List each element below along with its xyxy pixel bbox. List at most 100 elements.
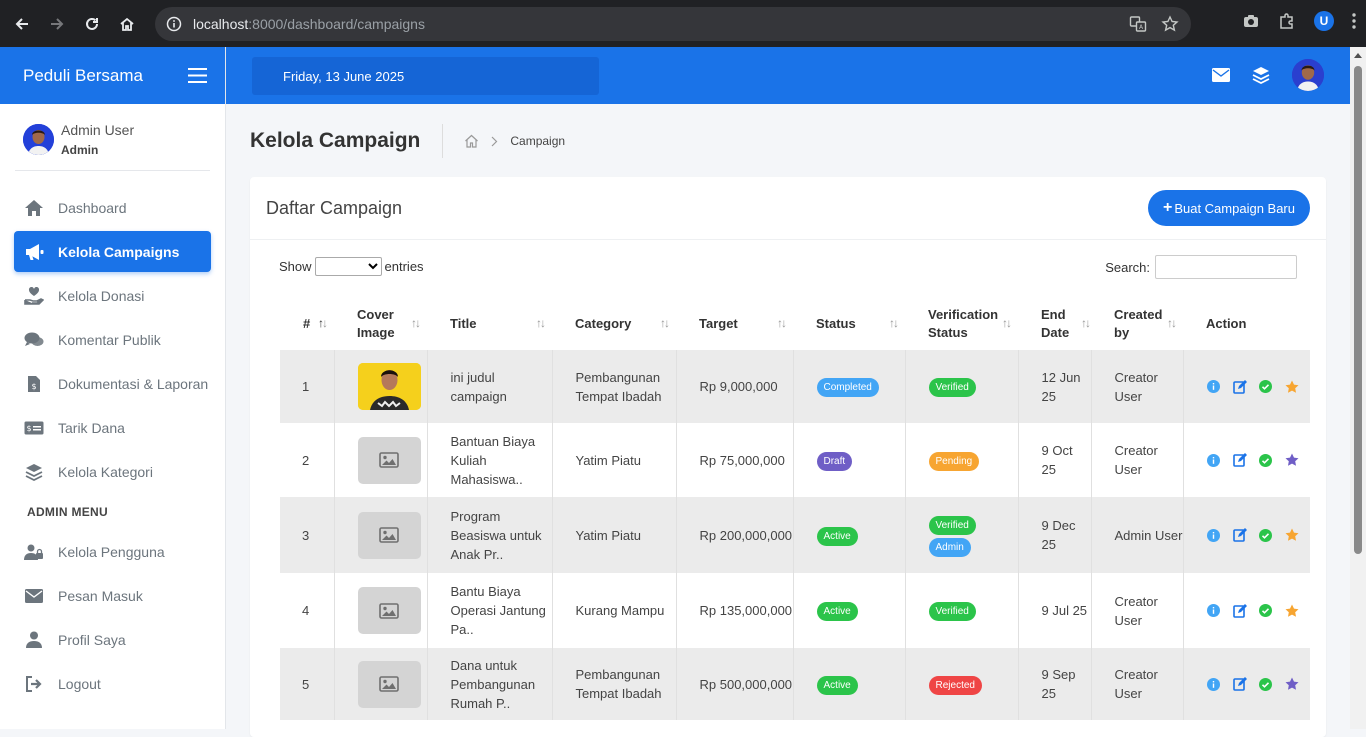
- info-icon[interactable]: [1207, 528, 1221, 542]
- translate-icon[interactable]: A: [1129, 15, 1147, 33]
- column-header-end-date[interactable]: End Date ↑↓: [1018, 298, 1091, 350]
- browser-profile-avatar[interactable]: U: [1314, 11, 1334, 31]
- sort-icon: ↑↓: [536, 316, 546, 330]
- sidebar-item-label: Dashboard: [58, 199, 127, 216]
- info-icon[interactable]: [1207, 604, 1221, 618]
- approve-check-icon[interactable]: [1259, 677, 1273, 691]
- cell-target: Rp 9,000,000: [676, 350, 794, 423]
- column-header-verification-status[interactable]: Verification Status ↑↓: [905, 298, 1018, 350]
- feature-star-icon[interactable]: [1285, 453, 1299, 467]
- approve-check-icon[interactable]: [1259, 453, 1273, 467]
- edit-icon[interactable]: [1232, 453, 1247, 467]
- column-header-status[interactable]: Status ↑↓: [793, 298, 905, 350]
- approve-check-icon[interactable]: [1259, 380, 1273, 394]
- cell-title[interactable]: Program Beasiswa untuk Anak Pr..: [427, 497, 553, 573]
- sidebar-item-tarik-dana[interactable]: $ Tarik Dana: [14, 407, 211, 448]
- brand-name[interactable]: Peduli Bersama: [23, 66, 143, 86]
- create-campaign-button[interactable]: + Buat Campaign Baru: [1147, 190, 1310, 226]
- cell-end-date: 9 Dec 25: [1018, 497, 1092, 573]
- browser-menu-icon[interactable]: [1352, 13, 1356, 29]
- feature-star-icon[interactable]: [1285, 528, 1299, 542]
- back-icon[interactable]: [9, 11, 35, 37]
- admin-menu: Kelola Pengguna Pesan Masuk Profil Saya …: [0, 527, 225, 704]
- cell-number: 2: [280, 423, 335, 497]
- info-icon[interactable]: [1207, 677, 1221, 691]
- info-icon[interactable]: [1207, 380, 1221, 394]
- column-header-created-by[interactable]: Created by ↑↓: [1091, 298, 1183, 350]
- feature-star-icon[interactable]: [1285, 677, 1299, 691]
- address-bar[interactable]: localhost:8000/dashboard/campaigns A: [155, 7, 1191, 41]
- sidebar-item-pesan-masuk[interactable]: Pesan Masuk: [14, 575, 211, 616]
- entries-length-select[interactable]: [314, 257, 382, 276]
- cell-title[interactable]: Bantu Biaya Operasi Jantung Pa..: [427, 573, 553, 648]
- sidebar-item-dokumentasi-laporan[interactable]: $ Dokumentasi & Laporan: [14, 363, 211, 404]
- scroll-up-arrow-icon[interactable]: [1354, 53, 1362, 58]
- approve-check-icon[interactable]: [1259, 528, 1273, 542]
- image-placeholder-icon: [357, 436, 421, 484]
- sidebar-item-kelola-campaigns[interactable]: Kelola Campaigns: [14, 231, 211, 272]
- admin-menu-header: ADMIN MENU: [27, 505, 108, 519]
- sidebar-item-kelola-kategori[interactable]: Kelola Kategori: [14, 451, 211, 492]
- edit-icon[interactable]: [1232, 677, 1247, 691]
- cell-category: Yatim Piatu: [552, 497, 677, 573]
- page-scrollbar[interactable]: [1350, 47, 1366, 729]
- envelope-icon[interactable]: [1212, 68, 1230, 82]
- image-placeholder-icon: [357, 587, 421, 634]
- feature-star-icon[interactable]: [1285, 380, 1299, 394]
- sidebar-item-profil-saya[interactable]: Profil Saya: [14, 619, 211, 660]
- sidebar: Peduli Bersama Admin User Admin Dashboar…: [0, 47, 226, 729]
- screenshot-icon[interactable]: [1242, 12, 1260, 30]
- cell-actions: [1183, 573, 1310, 648]
- info-icon[interactable]: [1207, 453, 1221, 467]
- search-input[interactable]: [1155, 255, 1297, 279]
- page-header: Kelola Campaign Campaign: [250, 120, 565, 162]
- sidebar-item-kelola-pengguna[interactable]: Kelola Pengguna: [14, 531, 211, 572]
- money-check-icon: $: [24, 419, 44, 437]
- cell-category: Pembangunan Tempat Ibadah: [552, 350, 677, 423]
- cell-category: Yatim Piatu: [552, 423, 677, 497]
- verification-badge: Rejected: [928, 675, 982, 695]
- comments-icon: [24, 331, 44, 349]
- reload-icon[interactable]: [79, 11, 105, 37]
- status-badge: Active: [816, 526, 858, 546]
- status-badge: Draft: [816, 451, 853, 471]
- column-header-category[interactable]: Category ↑↓: [552, 298, 676, 350]
- sidebar-item-komentar-publik[interactable]: Komentar Publik: [14, 319, 211, 360]
- edit-icon[interactable]: [1232, 603, 1247, 618]
- cell-target: Rp 135,000,000: [676, 573, 794, 648]
- column-header-target[interactable]: Target ↑↓: [676, 298, 793, 350]
- create-campaign-label: Buat Campaign Baru: [1174, 200, 1295, 216]
- sidebar-item-label: Kelola Pengguna: [58, 543, 165, 560]
- sidebar-item-kelola-donasi[interactable]: Kelola Donasi: [14, 275, 211, 316]
- approve-check-icon[interactable]: [1259, 604, 1273, 618]
- cell-created-by: Creator User: [1091, 350, 1184, 423]
- breadcrumb-home-icon[interactable]: [464, 134, 479, 148]
- home-icon[interactable]: [114, 11, 140, 37]
- sidebar-item-logout[interactable]: Logout: [14, 663, 211, 704]
- feature-star-icon[interactable]: [1285, 604, 1299, 618]
- scrollbar-thumb[interactable]: [1354, 66, 1362, 554]
- breadcrumb-current: Campaign: [510, 134, 566, 148]
- hamburger-menu-icon[interactable]: [188, 68, 207, 83]
- site-info-icon[interactable]: [165, 15, 183, 33]
- column-header-cover-image[interactable]: Cover Image ↑↓: [334, 298, 427, 350]
- cell-title[interactable]: Dana untuk Pembangunan Rumah P..: [427, 648, 553, 720]
- forward-icon[interactable]: [44, 11, 70, 37]
- cell-title[interactable]: Bantuan Biaya Kuliah Mahasiswa..: [427, 423, 553, 497]
- sidebar-item-dashboard[interactable]: Dashboard: [14, 187, 211, 228]
- edit-icon[interactable]: [1232, 528, 1247, 542]
- edit-icon[interactable]: [1232, 379, 1247, 394]
- cell-number: 5: [280, 648, 335, 720]
- column-header-title[interactable]: Title ↑↓: [427, 298, 552, 350]
- sidebar-item-label: Pesan Masuk: [58, 587, 143, 604]
- column-header-number[interactable]: # ↑↓: [280, 298, 334, 350]
- cell-actions: [1183, 497, 1310, 573]
- sidebar-item-label: Tarik Dana: [58, 419, 125, 436]
- layers-icon[interactable]: [1252, 66, 1270, 84]
- bookmark-star-icon[interactable]: [1161, 15, 1179, 33]
- cell-verification: Verified: [905, 573, 1019, 648]
- url-text: localhost:8000/dashboard/campaigns: [193, 16, 425, 32]
- cell-title[interactable]: ini judul campaign: [427, 350, 553, 423]
- user-avatar[interactable]: [1292, 59, 1324, 91]
- extensions-icon[interactable]: [1278, 12, 1296, 30]
